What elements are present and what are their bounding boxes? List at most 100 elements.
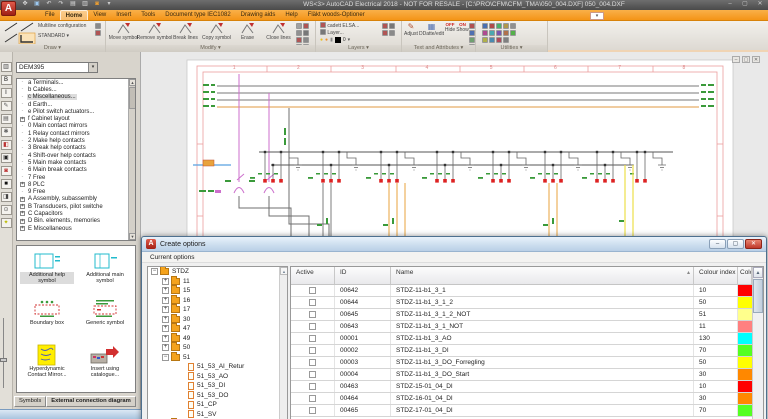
qat-icon[interactable]: ▣ (32, 0, 42, 9)
tree-expander-icon[interactable] (20, 131, 25, 136)
column-header-active[interactable]: Active (291, 267, 335, 284)
tree-item[interactable]: d Earth... (17, 101, 135, 108)
table-row[interactable]: 00464 STDZ-16-01_04_DI 30 (291, 393, 763, 405)
table-row[interactable]: 00642 STDZ-11-b1_3_1 10 (291, 285, 763, 297)
active-checkbox[interactable] (309, 299, 316, 306)
tree-expander-icon[interactable] (20, 109, 25, 114)
column-header-colour[interactable]: Colo (738, 267, 752, 284)
mini-icon[interactable] (389, 30, 395, 36)
minimize-button[interactable]: – (724, 0, 736, 9)
symbol-card[interactable]: Insert using catalogue... (78, 344, 132, 378)
tree-item[interactable]: 5 Main make contacts (17, 159, 135, 166)
ribbon-tab[interactable]: Drawing aids (236, 10, 281, 20)
ribbon-tab[interactable]: Document type IEC1082 (160, 10, 235, 20)
drawing-restore-icon[interactable]: ▢ (742, 56, 750, 63)
tree-item[interactable]: 3 Break help contacts (17, 145, 135, 152)
tree-expander-icon[interactable] (20, 102, 25, 107)
palette-tool-icon[interactable]: ◨ (1, 192, 12, 202)
dialog-tree-item[interactable]: + 16 (148, 296, 287, 306)
qat-icon[interactable]: ✥ (20, 0, 30, 9)
mini-icon[interactable] (482, 37, 488, 43)
mini-icon[interactable] (496, 37, 502, 43)
autocad-logo-icon[interactable]: A (1, 1, 16, 16)
dialog-tree-item[interactable]: + 47 (148, 324, 287, 334)
tree-expander-icon[interactable]: + (20, 117, 25, 122)
modify-button[interactable]: Copy symbol (201, 22, 232, 41)
tree-expander-icon[interactable]: + (162, 344, 169, 351)
line-style-dropdown[interactable]: STANDARD ▾ (38, 33, 69, 40)
mini-icon[interactable] (389, 23, 395, 29)
tree-expander-icon[interactable]: − (151, 268, 158, 275)
active-checkbox[interactable] (309, 359, 316, 366)
dialog-tree-item[interactable]: + 30 (148, 315, 287, 325)
tree-expander-icon[interactable] (20, 190, 25, 195)
close-button[interactable]: ✕ (754, 0, 766, 9)
panel-label-draw[interactable]: Draw ▾ (0, 45, 105, 52)
tree-item[interactable]: + A Assembly, subassembly (17, 196, 135, 203)
dialog-tree-item[interactable]: + 50 (148, 343, 287, 353)
tree-item[interactable]: 2 Make help contacts (17, 137, 135, 144)
tree-expander-icon[interactable]: + (20, 197, 25, 202)
current-options-menu[interactable]: Current options (150, 254, 194, 261)
palette-tool-icon[interactable]: ◧ (1, 140, 12, 150)
mini-icon[interactable] (482, 30, 488, 36)
dialog-tree-item[interactable]: − 51 (148, 353, 287, 363)
active-checkbox[interactable] (309, 371, 316, 378)
modify-button[interactable]: Move symbol (108, 22, 139, 41)
ribbon-tab[interactable]: File (40, 10, 60, 20)
tree-item[interactable]: + 8 PLC (17, 181, 135, 188)
layer-on-bulb-icon[interactable]: ● (320, 37, 323, 43)
mini-icon[interactable] (382, 23, 388, 29)
show-attributes-button[interactable]: ON Show (456, 22, 469, 33)
tree-expander-icon[interactable] (20, 124, 25, 129)
palette-tool-icon[interactable]: ✱ (1, 127, 12, 137)
tree-item[interactable]: 0 Main contact mirrors (17, 123, 135, 130)
tree-expander-icon[interactable]: + (20, 204, 25, 209)
active-checkbox[interactable] (309, 407, 316, 414)
palette-tool-icon[interactable]: ✦ (1, 218, 12, 228)
palette-tab[interactable]: External connection diagram (46, 396, 136, 407)
dialog-tree-item[interactable]: + 17 (148, 305, 287, 315)
dialog-tree-item[interactable]: + 49 (148, 334, 287, 344)
symbol-card[interactable]: Boundary box (20, 298, 74, 326)
mini-icon[interactable] (482, 23, 488, 29)
tree-expander-icon[interactable] (20, 80, 25, 85)
palette-tab[interactable]: Symbols (14, 396, 46, 407)
multiline-config-label[interactable]: Multiline configuration (38, 23, 96, 30)
modify-button[interactable]: Break lines (170, 22, 201, 41)
mini-icon[interactable] (296, 23, 302, 29)
ddatte-edit-button[interactable]: ▦ DDatte/edit (419, 22, 444, 37)
layer-color-swatch[interactable] (335, 37, 341, 43)
modify-button[interactable]: Erase (232, 22, 263, 41)
table-row[interactable]: 00643 STDZ-11-b1_3_1_NOT 11 (291, 321, 763, 333)
tree-item[interactable]: 7 Free (17, 174, 135, 181)
dialog-tree-item[interactable]: − STDZ (148, 267, 287, 277)
active-checkbox[interactable] (309, 383, 316, 390)
dialog-title-bar[interactable]: A Create options – ▢ ✕ (142, 237, 766, 252)
tree-item[interactable]: e Pilot switch actuators... (17, 108, 135, 115)
symbol-card[interactable]: Generic symbol (78, 298, 132, 326)
table-row[interactable]: 00463 STDZ-15-01_04_DI 10 (291, 381, 763, 393)
tree-item[interactable]: + C Capacitors (17, 210, 135, 217)
combobox-caret-icon[interactable]: ▾ (88, 63, 97, 72)
table-row[interactable]: 00644 STDZ-11-b1_3_1_2 50 (291, 297, 763, 309)
mini-icon[interactable] (489, 30, 495, 36)
tree-item[interactable]: 4 Shift-over help contacts (17, 152, 135, 159)
layer-freeze-sun-icon[interactable]: ● (325, 37, 328, 43)
mini-icon[interactable] (489, 37, 495, 43)
tree-expander-icon[interactable]: + (162, 316, 169, 323)
mini-icon[interactable] (496, 23, 502, 29)
symbol-set-combobox[interactable]: DEM395▾ (16, 62, 98, 73)
palette-tool-icon[interactable]: I (1, 88, 12, 98)
qat-icon[interactable]: ▤ (68, 0, 78, 9)
tree-item[interactable]: + E Miscellaneous (17, 225, 135, 232)
qat-icon[interactable]: ↶ (44, 0, 54, 9)
mini-icon[interactable] (469, 30, 475, 36)
dialog-tree-item[interactable]: 51_53_AI_Retur (148, 362, 287, 372)
active-checkbox[interactable] (309, 311, 316, 318)
mini-icon[interactable] (296, 37, 302, 43)
modify-button[interactable]: Close lines (263, 22, 294, 41)
dialog-tree-item[interactable]: 51_53_AO (148, 372, 287, 382)
dialog-close-button[interactable]: ✕ (745, 239, 762, 249)
tree-expander-icon[interactable]: + (162, 287, 169, 294)
